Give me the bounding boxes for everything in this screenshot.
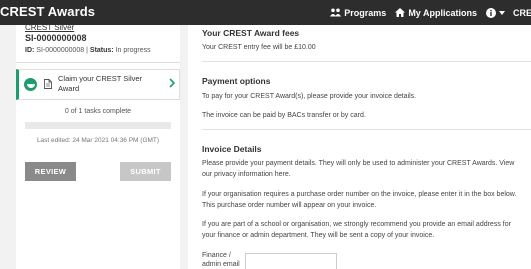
payment-text-1: To pay for your CREST Award(s), please p…	[202, 93, 417, 100]
award-link[interactable]: CREST Silver	[25, 23, 74, 32]
section-divider	[202, 129, 531, 130]
invoice-text-3: If you are part of a school or organisat…	[202, 221, 511, 239]
in-progress-status-icon	[24, 78, 37, 91]
id-label: ID:	[25, 47, 35, 54]
top-nav: Programs My Applications CREST	[321, 0, 531, 25]
fees-heading: Your CREST Award fees	[202, 28, 300, 38]
people-icon	[330, 8, 342, 17]
invoice-details-heading: Invoice Details	[202, 144, 262, 154]
submit-button[interactable]: SUBMIT	[120, 162, 171, 181]
nav-crest-label: CREST	[513, 7, 531, 18]
invoice-text-1: Please provide your payment details. The…	[202, 160, 515, 178]
nav-crest[interactable]: CREST	[513, 8, 531, 18]
finance-email-input[interactable]	[245, 253, 337, 269]
chevron-right-icon	[169, 78, 175, 88]
caret-down-icon	[499, 10, 505, 15]
task-claim-award[interactable]: Claim your CREST Silver Award	[16, 69, 180, 100]
nav-my-applications[interactable]: My Applications	[395, 8, 477, 18]
fees-text: Your CREST entry fee will be £10.00	[202, 44, 316, 51]
brand-title[interactable]: CREST Awards	[0, 4, 95, 19]
task-label: Claim your CREST Silver Award	[58, 74, 143, 93]
last-edited-text: Last edited: 24 Mar 2021 04:36 PM (GMT)	[36, 137, 160, 144]
review-button[interactable]: REVIEW	[25, 162, 76, 181]
status-label: Status:	[89, 47, 114, 54]
award-meta: ID: SI-0000000008 | Status: In progress	[25, 47, 151, 54]
award-id: SI-0000000008	[25, 33, 87, 43]
help-menu-button[interactable]	[486, 7, 505, 18]
divider	[16, 62, 180, 63]
document-icon	[44, 79, 52, 89]
id-value: SI-0000000008	[36, 47, 85, 54]
payment-text-2: The invoice can be paid by BACs transfer…	[202, 112, 366, 119]
nav-programs[interactable]: Programs	[330, 8, 386, 18]
invoice-text-2: If your organisation requires a purchase…	[202, 191, 517, 209]
nav-my-applications-label: My Applications	[408, 7, 477, 18]
status-value: In progress	[115, 47, 151, 54]
award-summary-card: CREST Silver SI-0000000008 ID: SI-000000…	[16, 23, 180, 269]
home-icon	[395, 8, 406, 17]
nav-programs-label: Programs	[344, 7, 387, 18]
progress-bar	[25, 122, 171, 129]
finance-email-label: Finance / admin email	[202, 252, 240, 268]
top-nav-bar: CREST Awards Programs My Applications CR…	[0, 0, 531, 25]
payment-options-heading: Payment options	[202, 76, 271, 86]
section-divider	[202, 61, 531, 62]
tasks-complete-text: 0 of 1 tasks complete	[64, 108, 132, 115]
info-icon	[486, 7, 496, 18]
payment-panel: Your CREST Award fees Your CREST entry f…	[188, 25, 531, 269]
